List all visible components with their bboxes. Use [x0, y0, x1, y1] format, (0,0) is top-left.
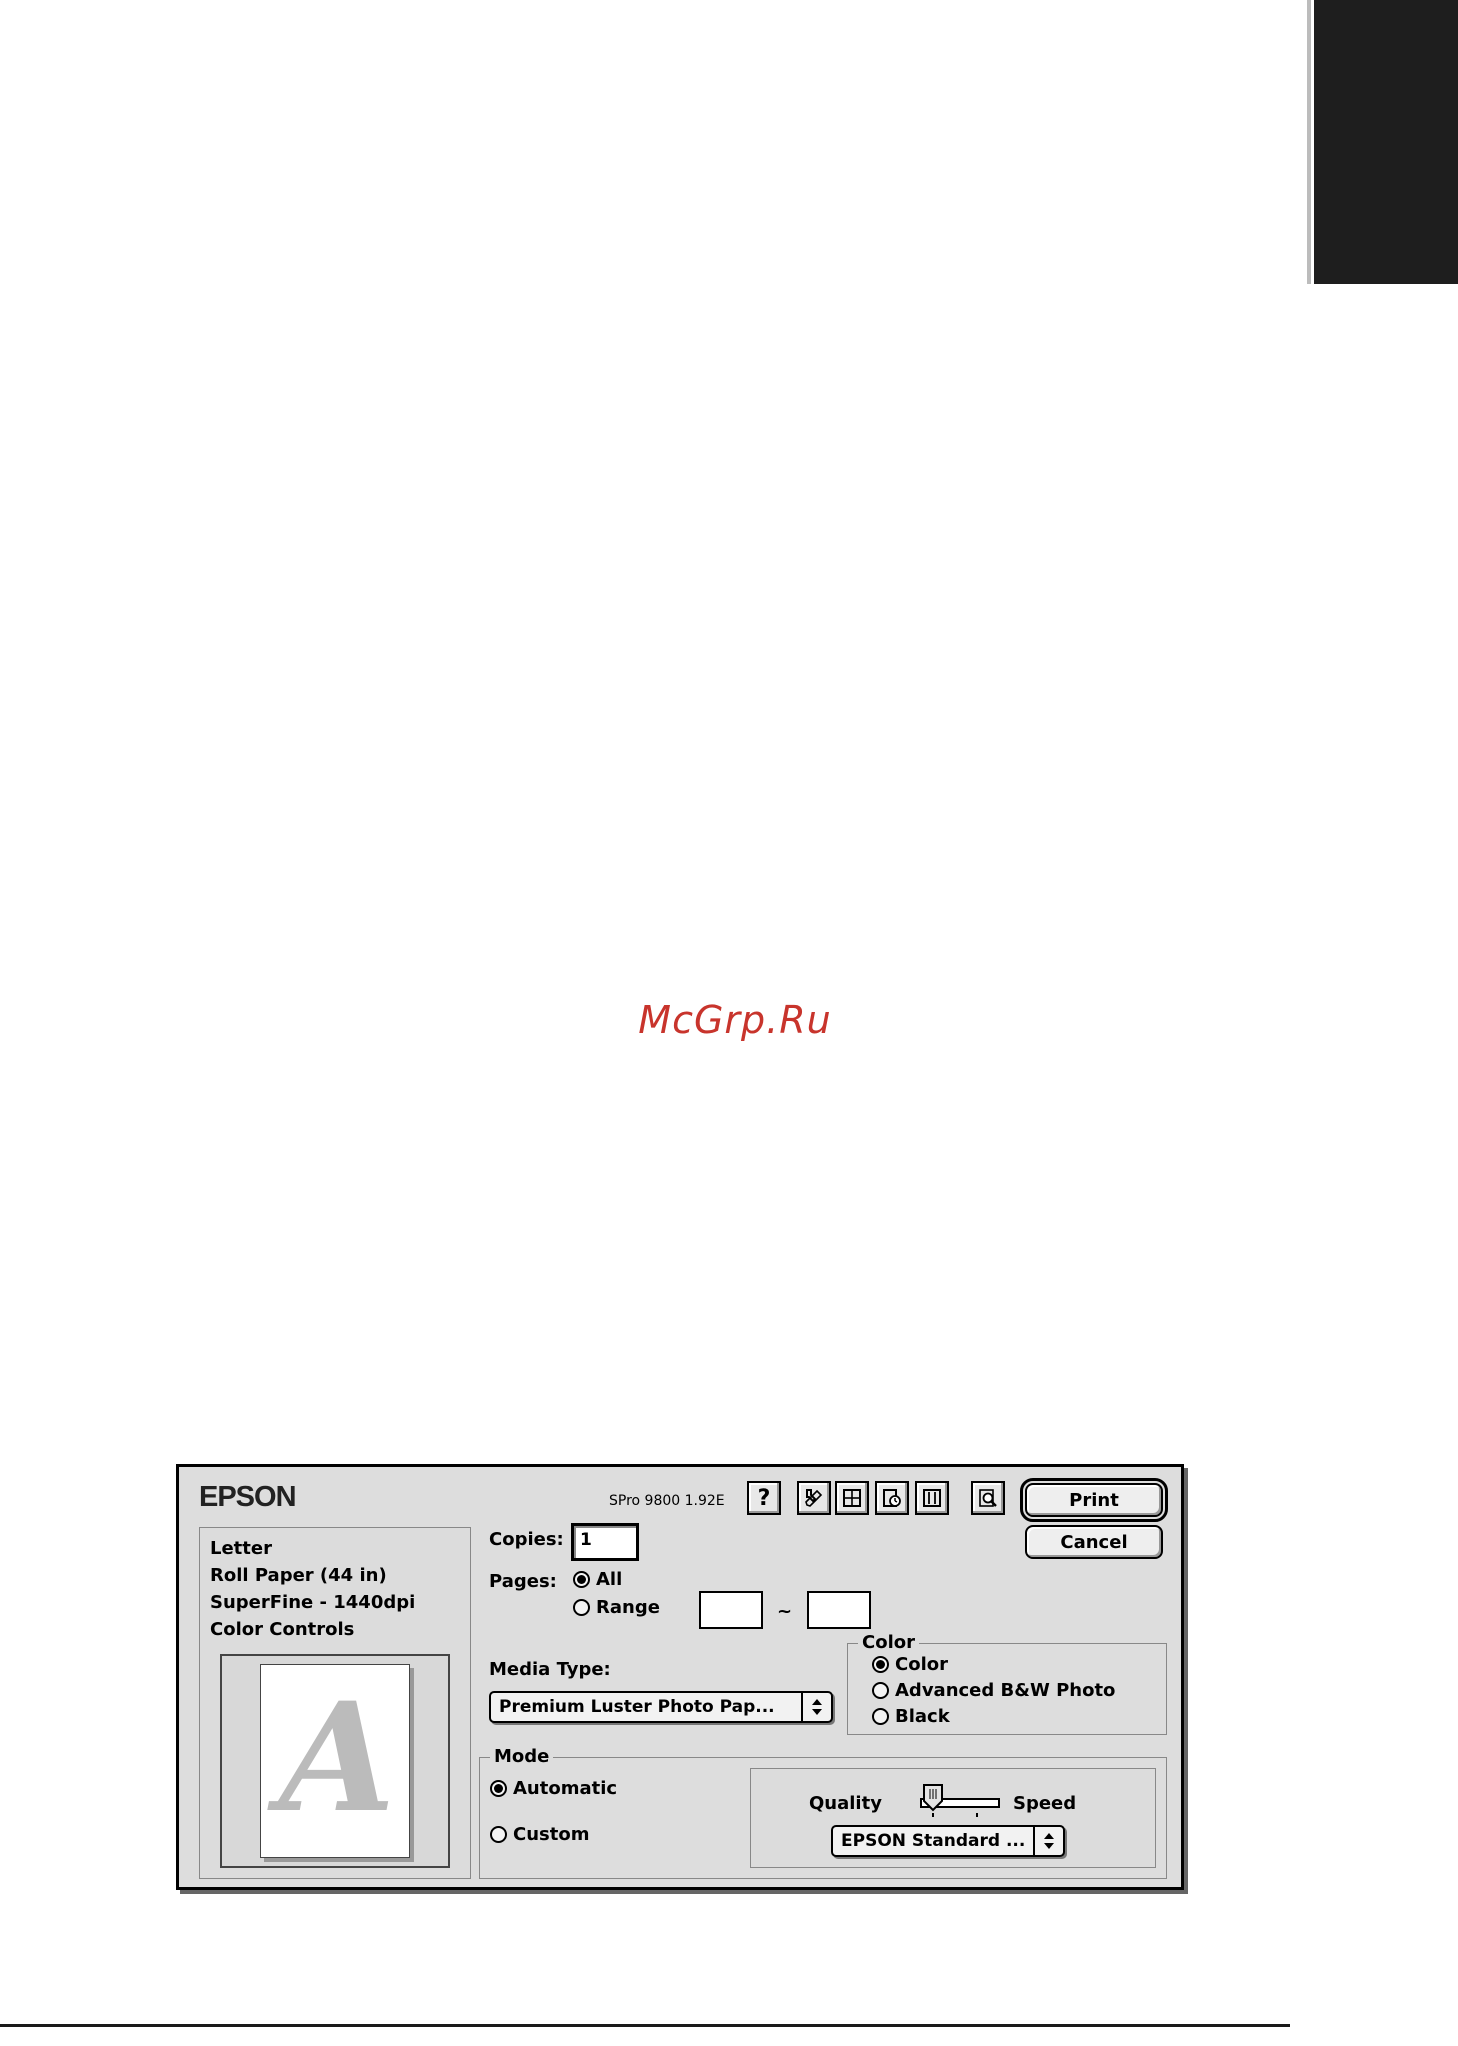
pages-range-label: Range: [596, 1597, 660, 1618]
color-option-label: Advanced B&W Photo: [895, 1680, 1116, 1701]
quality-label: Quality: [809, 1793, 882, 1814]
page-preview: A: [220, 1654, 450, 1868]
popup-arrows-icon: [801, 1693, 831, 1721]
pages-range-radio[interactable]: Range: [573, 1597, 660, 1618]
layout-button[interactable]: [835, 1481, 869, 1515]
preview-button[interactable]: [971, 1481, 1005, 1515]
mode-setting-value: EPSON Standard ...: [841, 1831, 1026, 1851]
print-margins-icon: [923, 1489, 941, 1507]
watermark: McGrp.Ru: [638, 998, 832, 1042]
speed-label: Speed: [1013, 1793, 1077, 1814]
quality-speed-slider[interactable]: [919, 1783, 1003, 1819]
driver-version: SPro 9800 1.92E: [609, 1493, 725, 1509]
color-group-label: Color: [858, 1632, 919, 1653]
layout-icon: [843, 1489, 861, 1507]
preview-icon: [979, 1489, 997, 1507]
color-option-color[interactable]: Color: [872, 1654, 948, 1675]
mode-custom-radio[interactable]: Custom: [490, 1824, 589, 1845]
media-type-select[interactable]: Premium Luster Photo Pap...: [489, 1691, 833, 1723]
chapter-tab: [1314, 0, 1458, 284]
brand-logo: EPSON: [199, 1481, 297, 1513]
tab-notch: [1307, 0, 1311, 284]
color-option-label: Black: [895, 1706, 950, 1727]
mode-automatic-radio[interactable]: Automatic: [490, 1778, 617, 1799]
pages-label: Pages:: [489, 1571, 557, 1592]
range-separator: ~: [777, 1601, 793, 1622]
preview-paper: A: [260, 1664, 410, 1858]
settings-summary-panel: Letter Roll Paper (44 in) SuperFine - 14…: [199, 1527, 471, 1879]
color-option-advanced-bw[interactable]: Advanced B&W Photo: [872, 1680, 1115, 1701]
background-print-icon: [883, 1489, 901, 1507]
mode-custom-label: Custom: [513, 1824, 590, 1845]
automatic-settings-panel: Quality Speed EPSON Standard ...: [750, 1768, 1156, 1868]
cancel-button[interactable]: Cancel: [1025, 1525, 1163, 1559]
background-print-button[interactable]: [875, 1481, 909, 1515]
preview-letter: A: [279, 1670, 396, 1846]
range-to-input[interactable]: [807, 1591, 871, 1629]
summary-paper-size: Letter: [210, 1538, 272, 1559]
radio-unselected-icon: [573, 1599, 590, 1616]
summary-color-mode: Color Controls: [210, 1619, 355, 1640]
utility-button[interactable]: [797, 1481, 831, 1515]
color-option-black[interactable]: Black: [872, 1706, 950, 1727]
radio-selected-icon: [490, 1780, 507, 1797]
mode-group: Mode Automatic Custom Quality Speed EPSO…: [479, 1746, 1167, 1879]
pages-all-radio[interactable]: All: [573, 1569, 622, 1590]
pages-all-label: All: [596, 1569, 623, 1590]
help-button[interactable]: ?: [747, 1481, 781, 1515]
footer-rule: [0, 2024, 1290, 2027]
copies-label: Copies:: [489, 1529, 564, 1550]
utility-icon: [805, 1489, 823, 1507]
color-group: Color Color Advanced B&W Photo Black: [847, 1632, 1167, 1735]
print-dialog: EPSON SPro 9800 1.92E ? Print Cancel Let…: [176, 1464, 1184, 1890]
radio-unselected-icon: [490, 1826, 507, 1843]
radio-selected-icon: [872, 1656, 889, 1673]
mode-automatic-label: Automatic: [513, 1778, 618, 1799]
range-from-input[interactable]: [699, 1591, 763, 1629]
popup-arrows-icon: [1033, 1827, 1063, 1855]
radio-unselected-icon: [872, 1708, 889, 1725]
summary-print-quality: SuperFine - 1440dpi: [210, 1592, 416, 1613]
radio-unselected-icon: [872, 1682, 889, 1699]
print-button[interactable]: Print: [1020, 1478, 1168, 1522]
cancel-button-label: Cancel: [1060, 1531, 1128, 1553]
print-margins-button[interactable]: [915, 1481, 949, 1515]
radio-selected-icon: [573, 1571, 590, 1588]
media-type-value: Premium Luster Photo Pap...: [499, 1697, 775, 1717]
media-type-label: Media Type:: [489, 1659, 611, 1680]
mode-setting-select[interactable]: EPSON Standard ...: [831, 1825, 1065, 1857]
copies-input[interactable]: 1: [571, 1523, 639, 1561]
mode-group-label: Mode: [490, 1746, 554, 1767]
print-button-label: Print: [1069, 1489, 1119, 1511]
color-option-label: Color: [895, 1654, 948, 1675]
help-label: ?: [757, 1485, 771, 1511]
summary-paper-source: Roll Paper (44 in): [210, 1565, 387, 1586]
